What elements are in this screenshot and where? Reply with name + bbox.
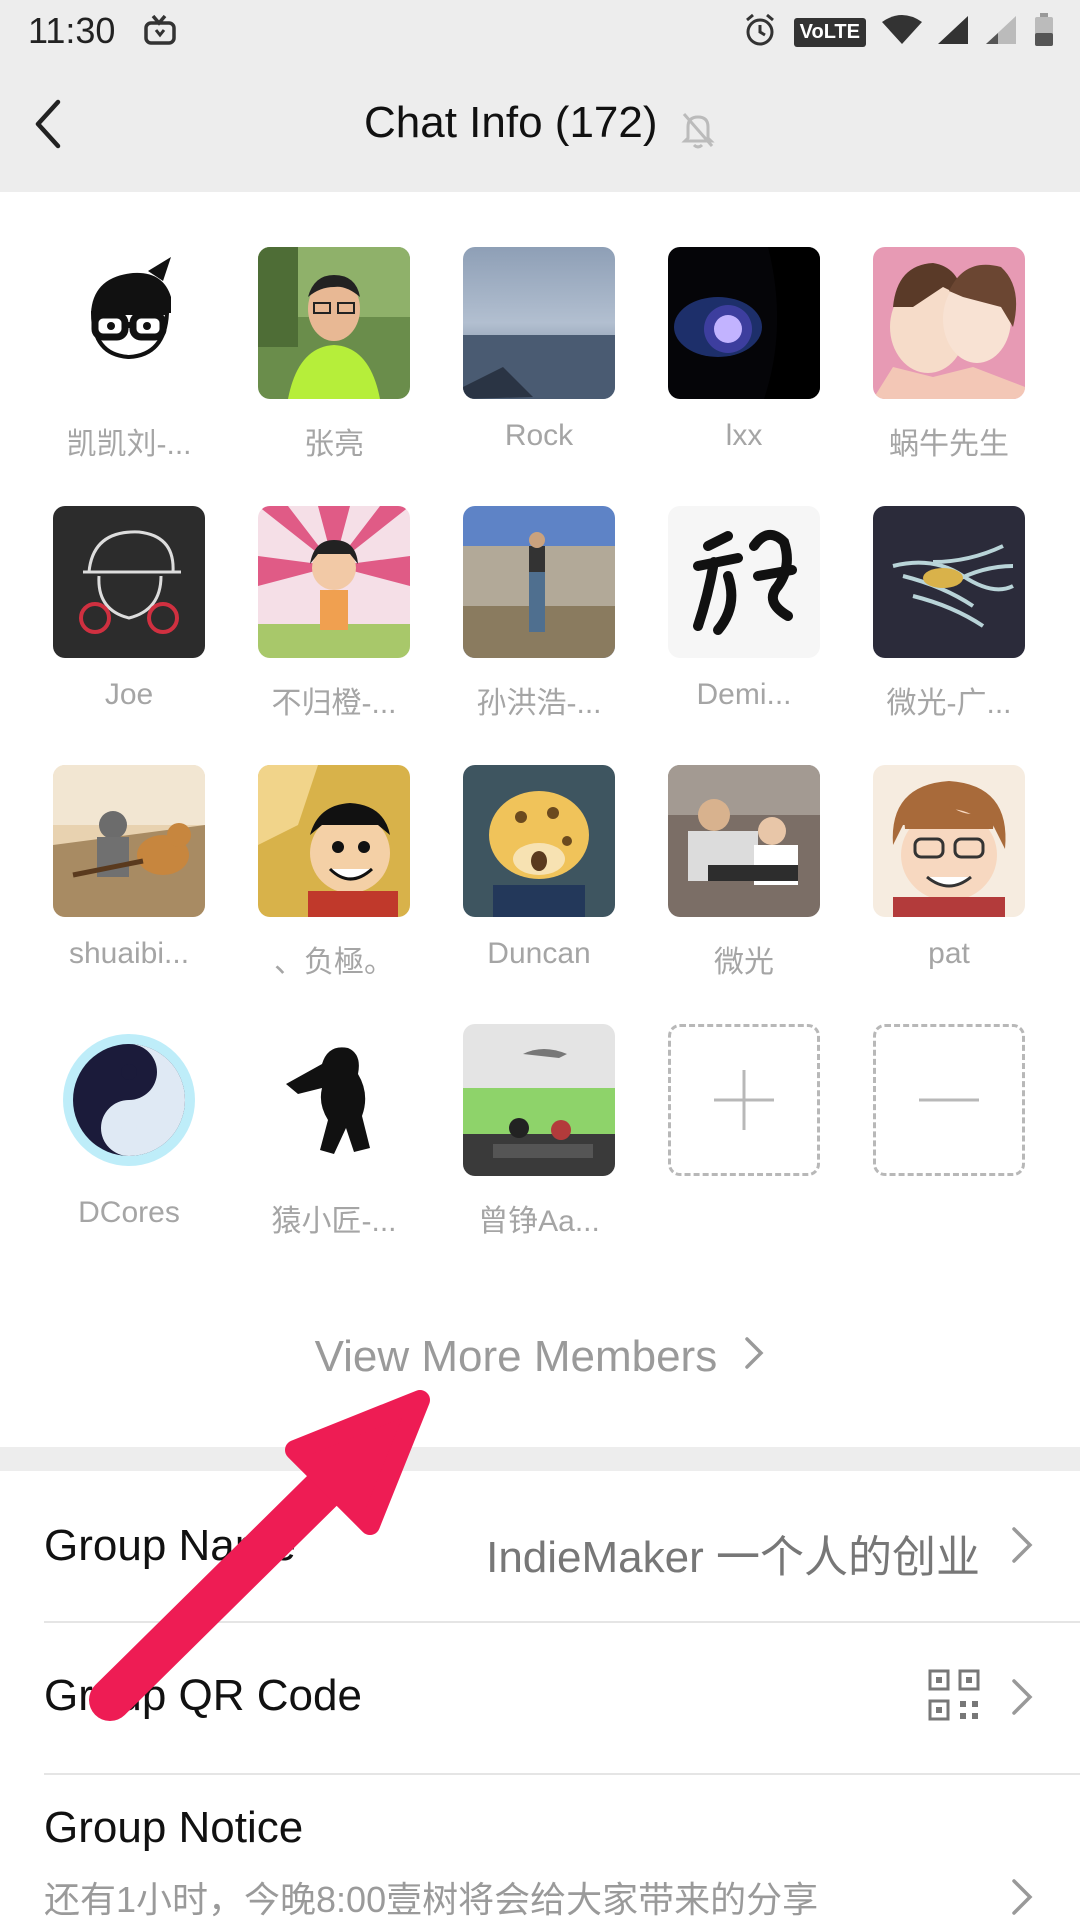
member-name: 孙洪浩-... [476, 687, 602, 720]
wifi-icon [882, 14, 922, 51]
avatar [53, 247, 205, 399]
member-name: Rock [504, 419, 574, 452]
member-name: 蜗牛先生 [889, 428, 1009, 461]
avatar [258, 247, 410, 399]
member-name: 微光 [714, 946, 774, 979]
alarm-icon [742, 12, 778, 53]
member-item[interactable]: 蜗牛先生 [873, 247, 1025, 463]
group-notice-text: 还有1小时，今晚8:00壹树将会给大家带来的分享 [44, 1879, 819, 1920]
avatar [873, 247, 1025, 399]
member-item[interactable]: 曾铮Aa... [463, 1024, 615, 1240]
battery-icon [1034, 13, 1054, 52]
group-name-row[interactable]: Group Name IndieMaker 一个人的创业 [0, 1471, 1080, 1621]
member-item[interactable]: 微光-广... [873, 506, 1025, 722]
remove-member-button[interactable] [873, 1024, 1025, 1176]
avatar [668, 506, 820, 658]
avatar [53, 765, 205, 917]
status-icons: VoLTE [742, 12, 1054, 53]
group-qr-label: Group QR Code [44, 1671, 362, 1720]
avatar [463, 247, 615, 399]
volte-badge: VoLTE [793, 18, 866, 47]
member-item[interactable]: 不归橙-... [258, 506, 410, 722]
group-notice-row[interactable]: Group Notice 还有1小时，今晚8:00壹树将会给大家带来的分享 [0, 1775, 1080, 1920]
avatar [258, 506, 410, 658]
member-name: 曾铮Aa... [478, 1205, 600, 1238]
member-item[interactable]: Rock [463, 247, 615, 453]
group-qr-row[interactable]: Group QR Code [0, 1623, 1080, 1773]
member-item[interactable]: 张亮 [258, 247, 410, 463]
bell-muted-icon [680, 110, 716, 155]
remove-member-item[interactable] [873, 1024, 1025, 1176]
view-more-members-link[interactable]: View More Members [0, 1332, 1080, 1382]
chevron-right-icon [1008, 1523, 1036, 1567]
avatar [463, 506, 615, 658]
header-bar: Chat Info (172) [0, 62, 1080, 192]
avatar [258, 765, 410, 917]
avatar [258, 1024, 410, 1176]
member-name: 猿小匠-... [271, 1205, 397, 1238]
view-more-label: View More Members [314, 1332, 718, 1381]
group-name-value: IndieMaker 一个人的创业 [486, 1533, 980, 1582]
chevron-right-icon [1008, 1875, 1036, 1919]
member-name: 不归橙-... [271, 687, 397, 720]
member-item[interactable]: DCores [53, 1024, 205, 1230]
avatar [53, 1024, 205, 1176]
page-title: Chat Info (172) [364, 98, 658, 147]
group-notice-label: Group Notice [44, 1803, 304, 1852]
avatar [668, 765, 820, 917]
title-wrap: Chat Info (172) [0, 98, 1080, 155]
add-member-item[interactable] [668, 1024, 820, 1176]
member-item[interactable]: 孙洪浩-... [463, 506, 615, 722]
member-item[interactable]: pat [873, 765, 1025, 971]
member-item[interactable]: 猿小匠-... [258, 1024, 410, 1240]
member-name: lxx [725, 419, 763, 452]
member-name: DCores [78, 1196, 180, 1229]
avatar [668, 247, 820, 399]
member-item[interactable]: 微光 [668, 765, 820, 981]
settings-list: Group Name IndieMaker 一个人的创业 Group QR Co… [0, 1471, 1080, 1920]
member-name: Demi... [696, 678, 792, 711]
group-name-label: Group Name [44, 1521, 296, 1570]
avatar [873, 506, 1025, 658]
member-item[interactable]: shuaibi... [53, 765, 205, 971]
member-item[interactable]: 凯凯刘-... [53, 247, 205, 463]
add-member-button[interactable] [668, 1024, 820, 1176]
member-item[interactable]: 、负極。 [258, 765, 410, 981]
status-time: 11:30 [28, 10, 116, 51]
member-item[interactable]: Duncan [463, 765, 615, 971]
avatar [873, 765, 1025, 917]
member-name: 、负極。 [274, 946, 394, 979]
signal-weak-icon [986, 14, 1018, 51]
avatar [463, 765, 615, 917]
members-panel: 凯凯刘-... 张亮 Rock lxx 蜗牛先生 Joe 不归橙-... 孙洪浩… [0, 192, 1080, 1447]
status-bar: 11:30 VoLTE [0, 0, 1080, 62]
member-name: Joe [104, 678, 154, 711]
member-name: 张亮 [304, 428, 364, 461]
member-name: 凯凯刘-... [66, 428, 192, 461]
chevron-right-icon [743, 1332, 765, 1382]
member-item[interactable]: Joe [53, 506, 205, 712]
tv-icon [143, 14, 177, 51]
member-item[interactable]: Demi... [668, 506, 820, 712]
avatar [53, 506, 205, 658]
member-name: pat [928, 937, 970, 970]
avatar [463, 1024, 615, 1176]
member-name: shuaibi... [68, 937, 190, 970]
member-name: 微光-广... [886, 687, 1012, 720]
signal-icon [938, 14, 970, 51]
qr-code-icon [928, 1669, 980, 1726]
chevron-right-icon [1008, 1675, 1036, 1719]
member-name: Duncan [487, 937, 591, 970]
member-item[interactable]: lxx [668, 247, 820, 453]
